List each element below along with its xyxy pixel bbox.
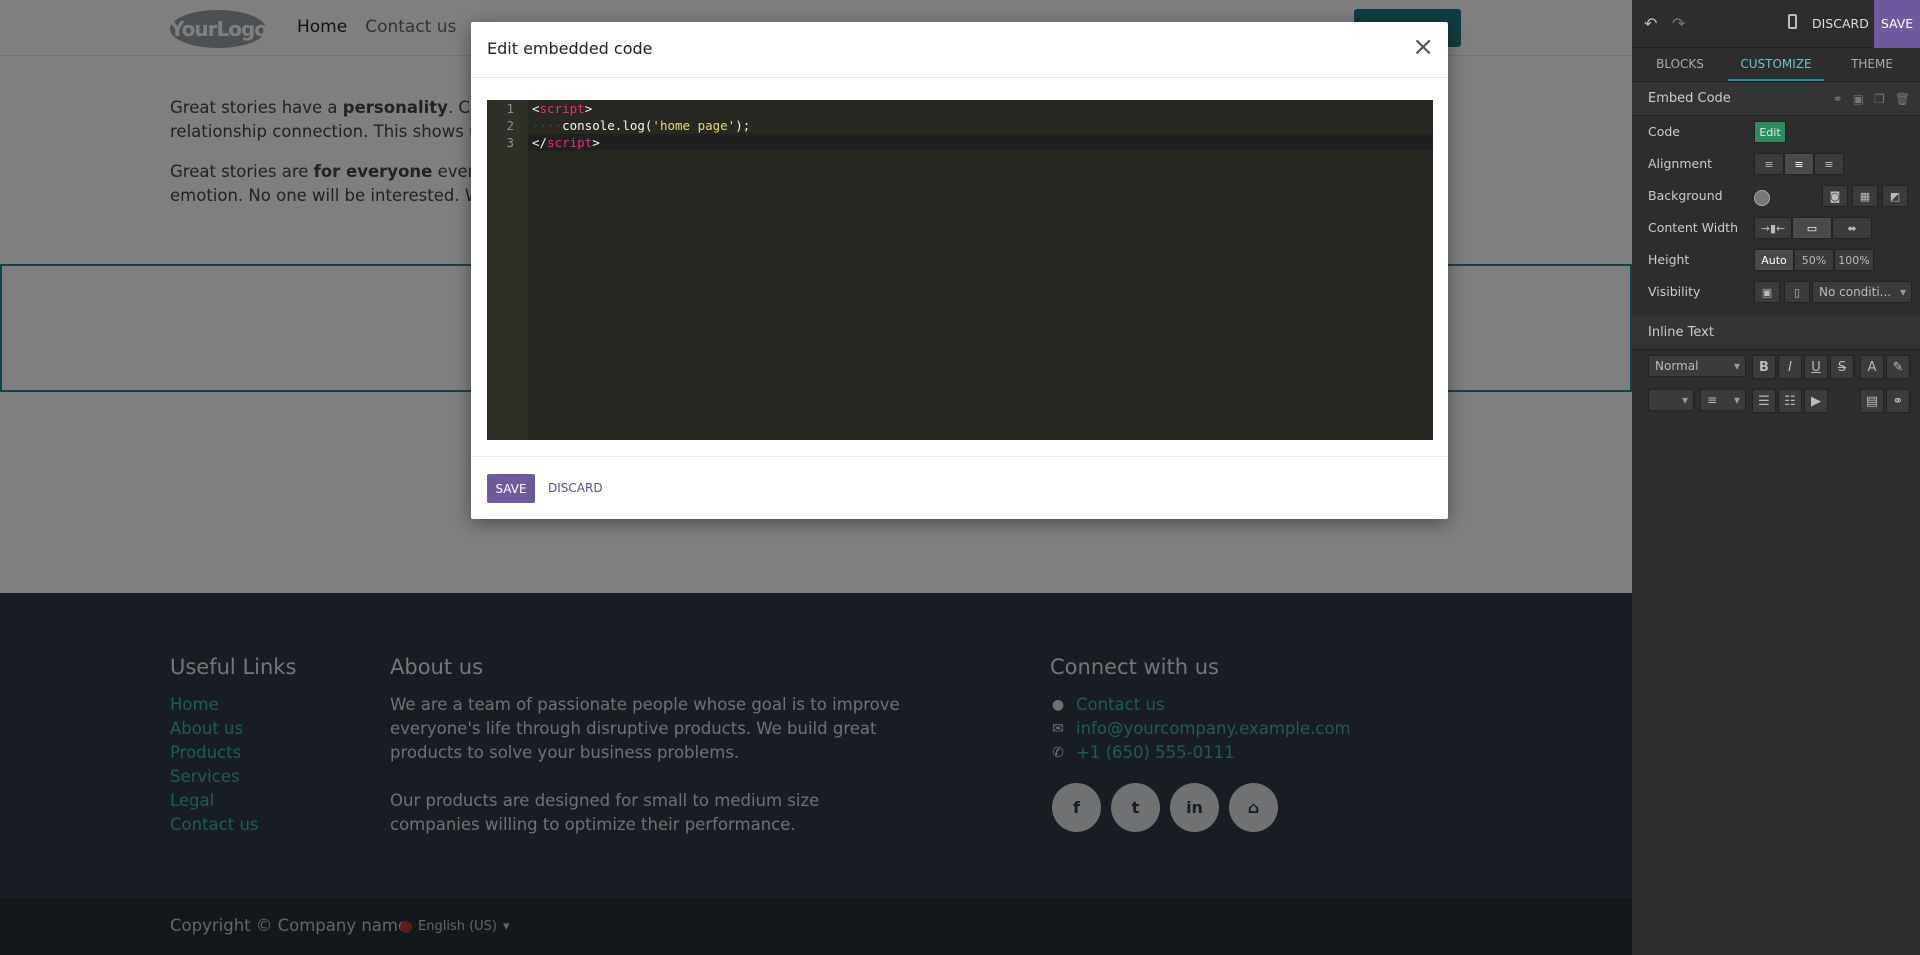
align-right-icon[interactable]: ≡ [1814, 153, 1844, 175]
highlight-brush-icon[interactable]: ✎ [1886, 355, 1910, 379]
height-auto[interactable]: Auto [1754, 249, 1794, 271]
code-line: <script> [532, 101, 593, 116]
align-left-icon[interactable]: ≡ [1754, 153, 1784, 175]
align-center-icon[interactable]: ≡ [1784, 153, 1814, 175]
editor-discard-button[interactable]: DISCARD [1812, 16, 1869, 31]
tab-theme[interactable]: THEME [1824, 48, 1920, 81]
font-color-icon[interactable]: A [1860, 355, 1884, 379]
tab-blocks[interactable]: BLOCKS [1632, 48, 1728, 81]
width-small-icon[interactable]: →▮← [1754, 217, 1792, 239]
code-line-current: </script> [528, 134, 1433, 151]
height-100[interactable]: 100% [1834, 249, 1874, 271]
text-style-select[interactable]: Normal [1648, 355, 1746, 377]
editor-tabs: BLOCKS CUSTOMIZE THEME [1632, 48, 1920, 82]
camera-icon[interactable]: ◙ [1822, 185, 1848, 207]
duplicate-icon[interactable]: ❐ [1874, 82, 1885, 116]
strikethrough-icon[interactable]: S [1830, 355, 1854, 379]
editor-save-button[interactable]: SAVE [1874, 0, 1920, 48]
background-color-swatch[interactable] [1754, 190, 1770, 206]
dialog-discard-button[interactable]: DISCARD [548, 481, 603, 495]
text-toolbar-row-1: Normal B I U S A ✎ [1632, 350, 1920, 384]
option-alignment: Alignment ≡ ≡ ≡ [1632, 148, 1920, 180]
link-icon[interactable]: ⚭ [1833, 82, 1843, 116]
insert-media-icon[interactable]: ▤ [1860, 389, 1884, 413]
line-number: 3 [506, 135, 514, 150]
font-size-select[interactable] [1648, 389, 1694, 411]
inline-text-section-header: Inline Text [1632, 316, 1920, 350]
bold-icon[interactable]: B [1752, 355, 1776, 379]
dialog-footer: SAVE DISCARD [471, 456, 1448, 519]
section-actions: ⚭ ▣ ❐ 🗑 [1833, 82, 1910, 116]
height-50[interactable]: 50% [1794, 249, 1834, 271]
undo-icon[interactable]: ↶ [1644, 14, 1657, 33]
visibility-select[interactable]: No conditi... [1812, 281, 1912, 303]
numbered-list-icon[interactable]: ☷ [1778, 389, 1802, 413]
editor-sidebar: ↶ ↷ DISCARD SAVE BLOCKS CUSTOMIZE THEME … [1632, 0, 1920, 955]
mobile-preview-icon[interactable] [1788, 14, 1797, 29]
image-icon[interactable]: ◩ [1882, 185, 1908, 207]
dialog-title: Edit embedded code [487, 39, 653, 58]
paragraph-align-select[interactable]: ≡ [1700, 389, 1746, 411]
editor-topbar: ↶ ↷ DISCARD SAVE [1632, 0, 1920, 48]
edit-embed-code-dialog: Edit embedded code × 1 2 3 <script> ····… [471, 22, 1448, 519]
text-toolbar-row-2: ≡ ☰ ☷ ▶ ▤ ⚭ [1632, 384, 1920, 418]
option-visibility: Visibility ▣ ▯ No conditi... [1632, 276, 1920, 308]
height-group: Auto 50% 100% [1754, 249, 1874, 271]
italic-icon[interactable]: I [1778, 355, 1802, 379]
video-icon[interactable]: ▦ [1852, 185, 1878, 207]
editor-gutter: 1 2 3 [487, 100, 528, 440]
content-width-group: →▮← ▭ ⬌ [1754, 217, 1872, 239]
trash-icon[interactable]: 🗑 [1895, 82, 1910, 116]
width-regular-icon[interactable]: ▭ [1792, 217, 1832, 239]
close-icon[interactable]: × [1412, 34, 1434, 60]
play-icon[interactable]: ▶ [1804, 389, 1828, 413]
dialog-header: Edit embedded code × [471, 22, 1448, 78]
option-content-width: Content Width →▮← ▭ ⬌ [1632, 212, 1920, 244]
code-editor[interactable]: 1 2 3 <script> ····console.log('home pag… [487, 100, 1433, 440]
save-snippet-icon[interactable]: ▣ [1853, 82, 1864, 116]
width-full-icon[interactable]: ⬌ [1832, 217, 1872, 239]
option-height: Height Auto 50% 100% [1632, 244, 1920, 276]
tab-customize[interactable]: CUSTOMIZE [1728, 48, 1824, 81]
alignment-group: ≡ ≡ ≡ [1754, 153, 1844, 175]
option-code: Code Edit [1632, 116, 1920, 148]
option-background: Background ◙ ▦ ◩ [1632, 180, 1920, 212]
line-number: 1 [506, 101, 514, 116]
redo-icon[interactable]: ↷ [1672, 14, 1685, 33]
code-line: ····console.log('home page'); [532, 118, 751, 133]
editor-code-area[interactable]: <script> ····console.log('home page'); <… [528, 100, 1433, 151]
mobile-visibility-icon[interactable]: ▯ [1784, 281, 1810, 303]
edit-code-button[interactable]: Edit [1754, 121, 1786, 143]
dialog-save-button[interactable]: SAVE [487, 474, 535, 503]
desktop-visibility-icon[interactable]: ▣ [1754, 281, 1780, 303]
line-number: 2 [506, 118, 514, 133]
embed-code-section-header: Embed Code ⚭ ▣ ❐ 🗑 [1632, 82, 1920, 116]
bullet-list-icon[interactable]: ☰ [1752, 389, 1776, 413]
underline-icon[interactable]: U [1804, 355, 1828, 379]
link-insert-icon[interactable]: ⚭ [1886, 389, 1910, 413]
